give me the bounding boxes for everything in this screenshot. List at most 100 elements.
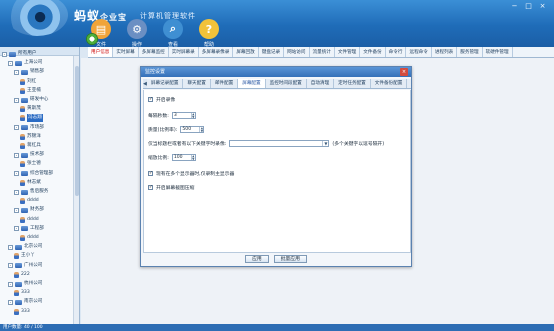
tab-2[interactable]: 多屏幕监控 xyxy=(139,47,169,57)
dialog-tab-0[interactable]: 屏幕记录配置 xyxy=(146,79,184,88)
tab-10[interactable]: 文件备份 xyxy=(360,47,386,57)
ratio-stepper[interactable]: 100 ▲ ▼ xyxy=(171,154,196,161)
tree-user-node[interactable]: 苏锦洋 xyxy=(20,133,41,141)
dialog-tab-5[interactable]: 自动清理 xyxy=(306,79,335,88)
collapse-toggle-icon[interactable]: - xyxy=(14,171,19,177)
tree-user-node[interactable]: 刘红 xyxy=(20,78,36,86)
tab-11[interactable]: 命令行 xyxy=(386,47,407,57)
tab-13[interactable]: 进程列表 xyxy=(432,47,458,57)
go-circle-icon[interactable] xyxy=(86,33,98,45)
tree-group-node[interactable]: - 市场部 xyxy=(14,124,44,132)
tree-node-label: 王小丫 xyxy=(21,253,35,259)
collapse-toggle-icon[interactable]: - xyxy=(14,189,19,195)
tab-6[interactable]: 键盘记录 xyxy=(259,47,285,57)
tree-group-node[interactable]: - 销售部 xyxy=(14,68,44,76)
tree-group-node[interactable]: - 所有用户 xyxy=(2,50,36,58)
dialog-tab-8[interactable]: 文件 xyxy=(407,79,411,88)
tree-group-node[interactable]: - 财务部 xyxy=(14,206,44,214)
tab-12[interactable]: 远程命令 xyxy=(406,47,432,57)
enable-record-checkbox[interactable]: ✓ xyxy=(148,97,153,102)
spin-arrows-icon[interactable]: ▲ ▼ xyxy=(190,155,195,160)
collapse-toggle-icon[interactable]: - xyxy=(8,263,13,269)
tree-user-node[interactable]: 333 xyxy=(14,289,30,297)
dialog-tab-3[interactable]: 屏幕配置 xyxy=(238,79,266,88)
compress-checkbox[interactable]: ✓ xyxy=(148,185,153,190)
collapse-toggle-icon[interactable]: - xyxy=(14,207,19,213)
collapse-toggle-icon[interactable]: - xyxy=(14,97,19,103)
tab-1[interactable]: 实时屏幕 xyxy=(113,47,139,57)
tree-group-node[interactable]: - 上海公司 xyxy=(8,59,42,67)
group-icon xyxy=(15,244,22,250)
tab-15[interactable]: 软硬件管理 xyxy=(483,47,513,57)
close-window-icon[interactable]: × xyxy=(537,2,548,11)
close-icon[interactable]: × xyxy=(400,68,408,76)
tab-9[interactable]: 文件管理 xyxy=(335,47,361,57)
title-keyword-combo[interactable]: ▼ xyxy=(229,140,330,147)
scroll-thumb[interactable] xyxy=(75,66,79,196)
tree-scrollbar[interactable] xyxy=(73,56,79,324)
tree-group-node[interactable]: - 研发中心 xyxy=(14,96,48,104)
spin-arrows-icon[interactable]: ▲ ▼ xyxy=(190,113,195,118)
interval-stepper[interactable]: 3 ▲ ▼ xyxy=(171,112,196,119)
collapse-toggle-icon[interactable]: - xyxy=(8,281,13,287)
dialog-tab-7[interactable]: 文件备份配置 xyxy=(370,79,408,88)
tree-user-node[interactable]: 王小丫 xyxy=(14,252,35,260)
tree-user-node[interactable]: 222 xyxy=(14,271,30,279)
collapse-toggle-icon[interactable]: - xyxy=(8,299,13,305)
spin-arrows-icon[interactable]: ▲ ▼ xyxy=(199,127,203,132)
tree-user-node[interactable]: 蒋红兵 xyxy=(20,142,41,150)
collapse-toggle-icon[interactable]: - xyxy=(14,152,19,158)
tree-group-node[interactable]: - 杭州公司 xyxy=(8,280,42,288)
tab-4[interactable]: 多屏幕录像录 xyxy=(199,47,234,57)
toolbar-operation-button[interactable]: ⚙ 操作 xyxy=(122,19,152,47)
compress-label: 开启屏幕截图压缩 xyxy=(156,186,195,191)
tab-5[interactable]: 屏幕回放 xyxy=(233,47,259,57)
toolbar-help-button[interactable]: ? 帮助 xyxy=(194,19,224,47)
tab-14[interactable]: 服务管理 xyxy=(457,47,483,57)
chevron-down-icon[interactable]: ▼ xyxy=(322,141,328,146)
minimize-icon[interactable]: − xyxy=(509,2,520,11)
batch-apply-button[interactable]: 批量应用 xyxy=(273,255,307,263)
collapse-toggle-icon[interactable]: - xyxy=(14,69,19,75)
collapse-toggle-icon[interactable]: - xyxy=(14,226,19,232)
tree-group-node[interactable]: - 综合管理部 xyxy=(14,170,53,178)
tree-user-node[interactable]: 333 xyxy=(14,308,30,316)
dialog-tab-1[interactable]: 聊天配置 xyxy=(183,79,211,88)
tree-group-node[interactable]: - 南京公司 xyxy=(8,298,42,306)
user-tree-panel: - 所有用户 - 上海公司 - 销售部刘红 王亚楠 - 研发中心 黄斯茂 冯志翔 - 市场部 苏锦洋 蒋红兵… xyxy=(0,47,80,324)
multi-monitor-checkbox[interactable]: ✓ xyxy=(148,171,153,176)
tree-group-node[interactable]: - 售后服务 xyxy=(14,188,48,196)
tree-user-node[interactable]: 林志斌 xyxy=(20,179,41,187)
user-icon xyxy=(20,143,25,149)
interval-value: 3 xyxy=(173,113,177,118)
tree-user-node[interactable]: dddd xyxy=(20,234,39,242)
tab-7[interactable]: 网站访问 xyxy=(284,47,310,57)
toolbar-view-button[interactable]: ⌕ 查看 xyxy=(158,19,188,47)
tree-user-node[interactable]: 黄斯茂 xyxy=(20,105,41,113)
tab-3[interactable]: 实时屏幕录 xyxy=(169,47,199,57)
tree-user-node[interactable]: 冯志翔 xyxy=(20,114,43,123)
collapse-toggle-icon[interactable]: - xyxy=(8,244,13,250)
dialog-tab-6[interactable]: 定时任务配置 xyxy=(334,79,371,88)
maximize-icon[interactable]: □ xyxy=(523,2,534,11)
tree-node-label: 财务部 xyxy=(30,207,44,213)
tree-user-node[interactable]: 张士德 xyxy=(20,160,41,168)
tree-group-node[interactable]: - 广州公司 xyxy=(8,262,42,270)
user-count-text: 用户数量: 40 / 100 xyxy=(3,325,43,330)
tab-0[interactable]: 用户信息 xyxy=(88,47,114,57)
apply-button[interactable]: 应用 xyxy=(245,255,269,263)
user-icon xyxy=(14,290,19,297)
tree-group-node[interactable]: - 技术部 xyxy=(14,151,44,159)
tree-group-node[interactable]: - 工程部 xyxy=(14,225,44,233)
collapse-toggle-icon[interactable]: - xyxy=(14,125,19,131)
tree-user-node[interactable]: 王亚楠 xyxy=(20,87,41,95)
dialog-tab-2[interactable]: 邮件配置 xyxy=(210,79,239,88)
collapse-toggle-icon[interactable]: - xyxy=(2,51,7,57)
quality-stepper[interactable]: 500 ▲ ▼ xyxy=(180,126,205,133)
collapse-toggle-icon[interactable]: - xyxy=(8,60,13,66)
tree-group-node[interactable]: - 北京公司 xyxy=(8,243,42,251)
tree-user-node[interactable]: dddd xyxy=(20,197,39,205)
dialog-tab-4[interactable]: 监控时间段配置 xyxy=(265,79,307,88)
tab-8[interactable]: 流量统计 xyxy=(310,47,335,57)
tree-user-node[interactable]: dddd xyxy=(20,216,39,224)
